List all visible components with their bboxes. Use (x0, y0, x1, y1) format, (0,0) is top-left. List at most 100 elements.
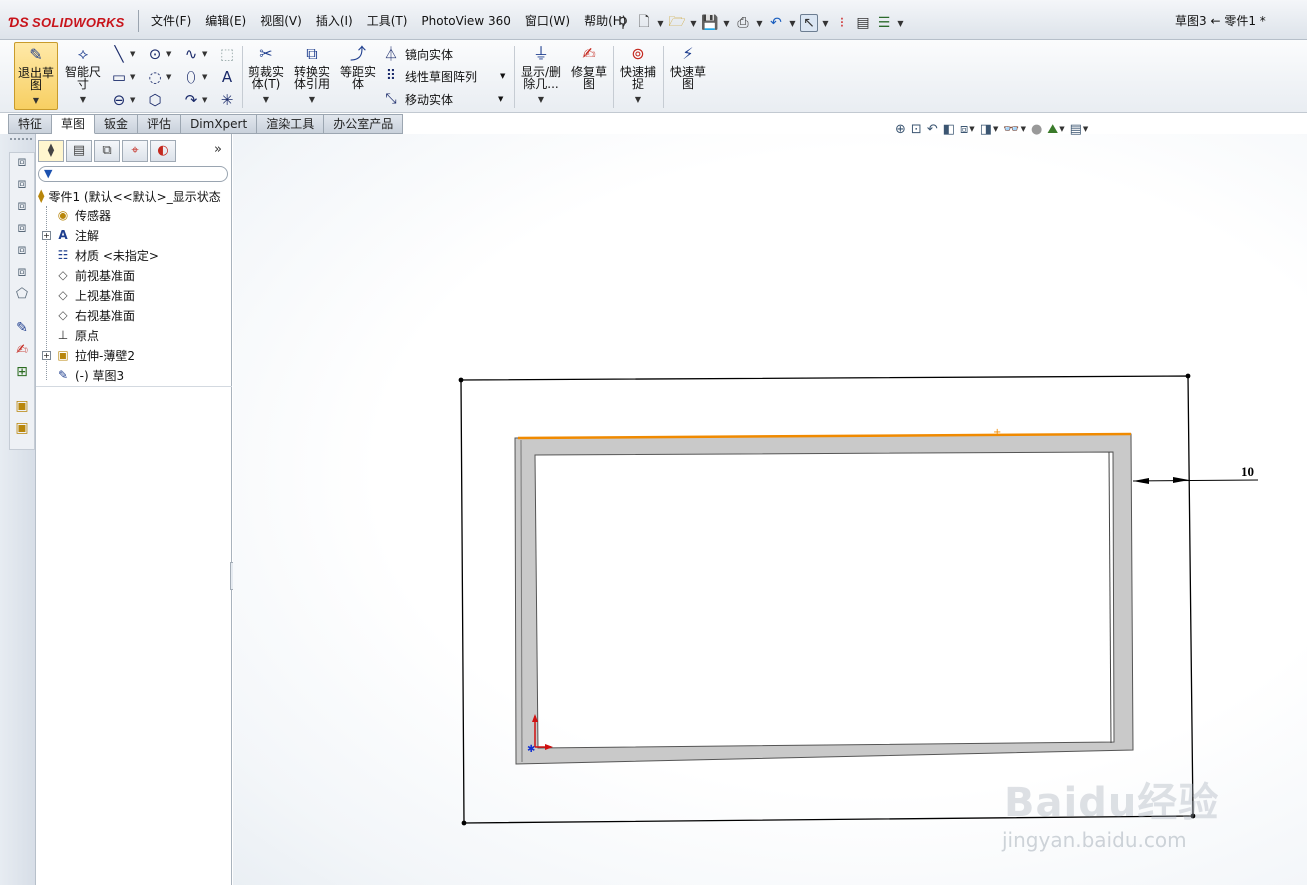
move-entities-button[interactable]: ⤡ 移动实体 ▼ (382, 89, 503, 109)
view-settings-icon[interactable]: ▤ (1070, 122, 1082, 137)
rectangle-tool[interactable]: ▭ ▼ (110, 67, 144, 87)
dimension-value[interactable]: 10 (1241, 464, 1254, 479)
tab-sketch[interactable]: 草图 (52, 114, 96, 134)
front-view-icon[interactable]: ⧈ (13, 175, 31, 193)
graphics-area[interactable]: + 10 ✱ Baidu经验 jingyan.baidu.com (233, 134, 1307, 885)
tab-evaluate[interactable]: 评估 (138, 114, 182, 134)
zoom-to-fit-icon[interactable]: ⊕ (895, 122, 906, 137)
edit-appearance-icon[interactable]: ● (1031, 122, 1042, 137)
arc-dropdown-icon[interactable]: ▼ (166, 73, 171, 81)
spline-tool[interactable]: ∿ ▼ (182, 44, 216, 64)
tree-item-sketch3[interactable]: ✎ (-) 草图3 (42, 366, 124, 384)
display-manager-tab-icon[interactable]: ◐ (150, 140, 176, 162)
tree-item-extrude-thin[interactable]: + ▣ 拉伸-薄壁2 (42, 346, 135, 364)
slot-tool[interactable]: ⊖ ▼ (110, 90, 144, 110)
tree-item-top-plane[interactable]: ◇ 上视基准面 (42, 286, 135, 304)
configurationmanager-tab-icon[interactable]: ⧉ (94, 140, 120, 162)
menu-tools[interactable]: 工具(T) (360, 10, 415, 32)
tree-item-material[interactable]: ☷ 材质 <未指定> (42, 246, 159, 264)
more-tabs-icon[interactable]: » (214, 142, 222, 157)
sketch-point[interactable] (461, 820, 467, 826)
apply-scene-dropdown-icon[interactable]: ▼ (1059, 125, 1064, 133)
display-style-icon[interactable]: ◨ (980, 122, 992, 137)
new-dropdown-icon[interactable]: ▼ (656, 14, 665, 32)
options-list-icon[interactable]: ☰ (875, 14, 893, 32)
new-document-icon[interactable]: 🗋 (635, 14, 653, 32)
trim-entities-button[interactable]: ✂ 剪裁实体(T) ▼ (246, 42, 286, 110)
spline-dropdown-icon[interactable]: ▼ (202, 50, 207, 58)
polygon-tool[interactable]: ⬡ (146, 90, 180, 110)
menu-insert[interactable]: 插入(I) (309, 10, 360, 32)
view-orientation-dropdown-icon[interactable]: ▼ (969, 125, 974, 133)
undo-icon[interactable]: ↶ (767, 14, 785, 32)
menu-window[interactable]: 窗口(W) (518, 10, 577, 32)
display-delete-relations-button[interactable]: ⏚ 显示/删除几... ▼ (518, 42, 564, 110)
tab-render-tools[interactable]: 渲染工具 (257, 114, 325, 134)
quick-snaps-button[interactable]: ⊚ 快速捕捉 ▼ (616, 42, 660, 110)
tree-root-part[interactable]: ⧫ 零件1 (默认<<默认>_显示状态 (38, 188, 221, 204)
cube-view-icon[interactable]: ⧈ (13, 153, 31, 171)
mirror-entities-button[interactable]: ⏃ 镜向实体 (382, 44, 453, 64)
select-dropdown-icon[interactable]: ▼ (821, 14, 830, 32)
circle-tool[interactable]: ⊙ ▼ (146, 44, 180, 64)
view-settings-dropdown-icon[interactable]: ▼ (1083, 125, 1088, 133)
linear-pattern-dropdown-icon[interactable]: ▼ (500, 72, 505, 80)
save-dropdown-icon[interactable]: ▼ (722, 14, 731, 32)
thin-wall-frame-body[interactable] (514, 433, 1134, 765)
toolbar-grip[interactable] (10, 138, 32, 142)
zoom-to-area-icon[interactable]: ⊡ (911, 122, 922, 137)
ellipse-tool[interactable]: ⬯ ▼ (182, 67, 216, 87)
bottom-view-icon[interactable]: ⬠ (13, 285, 31, 303)
back-view-icon[interactable]: ⧈ (13, 197, 31, 215)
sketch-point[interactable] (1185, 373, 1191, 379)
arc-tool[interactable]: ◌ ▼ (146, 67, 180, 87)
tree-item-right-plane[interactable]: ◇ 右视基准面 (42, 306, 135, 324)
rebuild-traffic-light-icon[interactable]: ⁝ (833, 14, 851, 32)
dimxpert-tab-icon[interactable]: ⌖ (122, 140, 148, 162)
slot-dropdown-icon[interactable]: ▼ (130, 96, 135, 104)
hide-show-items-icon[interactable]: 👓 (1003, 122, 1019, 137)
linear-pattern-button[interactable]: ⠿ 线性草图阵列 ▼ (382, 66, 506, 86)
tab-office-products[interactable]: 办公室产品 (324, 114, 404, 134)
smart-dimension-button[interactable]: ⟡ 智能尺寸 ▼ (62, 42, 104, 110)
print-dropdown-icon[interactable]: ▼ (755, 14, 764, 32)
convert-entities-button[interactable]: ⧉ 转换实体引用 ▼ (290, 42, 334, 110)
circle-dropdown-icon[interactable]: ▼ (166, 50, 171, 58)
tab-features[interactable]: 特征 (8, 114, 53, 134)
file-properties-icon[interactable]: ▤ (854, 14, 872, 32)
tree-item-annotations[interactable]: + A 注解 (42, 226, 99, 244)
dimension-line[interactable] (1132, 479, 1259, 482)
sketch-point[interactable] (458, 377, 464, 383)
apply-scene-icon[interactable]: ⛰ (1047, 122, 1058, 137)
repair-sketch-button[interactable]: ✍ 修复草图 (568, 42, 610, 110)
menu-photoview[interactable]: PhotoView 360 (414, 10, 517, 32)
left-view-icon[interactable]: ⧈ (13, 219, 31, 237)
expand-icon[interactable]: + (42, 230, 51, 240)
featuremanager-tab-icon[interactable]: ⧫ (38, 140, 64, 162)
previous-view-icon[interactable]: ↶ (927, 122, 938, 137)
add-relation-icon[interactable]: ⊞ (13, 363, 31, 381)
line-tool[interactable]: ╲ ▼ (110, 44, 144, 64)
ellipse-dropdown-icon[interactable]: ▼ (202, 73, 207, 81)
pin-icon[interactable]: ⚲ (614, 14, 632, 32)
hide-show-dropdown-icon[interactable]: ▼ (1021, 125, 1026, 133)
sketch-edit-icon[interactable]: ✎ (13, 319, 31, 337)
section-view-icon[interactable]: ◧ (943, 122, 955, 137)
menu-edit[interactable]: 编辑(E) (198, 10, 253, 32)
layer-copy-icon[interactable]: ▣ (13, 419, 31, 437)
fillet-dropdown-icon[interactable]: ▼ (202, 96, 207, 104)
exit-sketch-button[interactable]: ✎ 退出草图 ▼ (14, 42, 58, 110)
open-dropdown-icon[interactable]: ▼ (689, 14, 698, 32)
print-icon[interactable]: ⎙ (734, 14, 752, 32)
tab-sheet-metal[interactable]: 钣金 (95, 114, 139, 134)
view-orientation-icon[interactable]: ⧈ (960, 122, 968, 137)
top-view-icon[interactable]: ⧈ (13, 263, 31, 281)
tab-dimxpert[interactable]: DimXpert (181, 114, 258, 134)
tree-item-front-plane[interactable]: ◇ 前视基准面 (42, 266, 135, 284)
menu-file[interactable]: 文件(F) (144, 10, 198, 32)
open-folder-icon[interactable]: 🗁 (668, 14, 686, 32)
select-pointer-icon[interactable]: ↖ (800, 14, 818, 32)
rapid-sketch-button[interactable]: ⚡ 快速草图 (666, 42, 710, 110)
fillet-tool[interactable]: ↷ ▼ (182, 90, 216, 110)
tree-filter-input[interactable]: ▼ (38, 166, 228, 182)
